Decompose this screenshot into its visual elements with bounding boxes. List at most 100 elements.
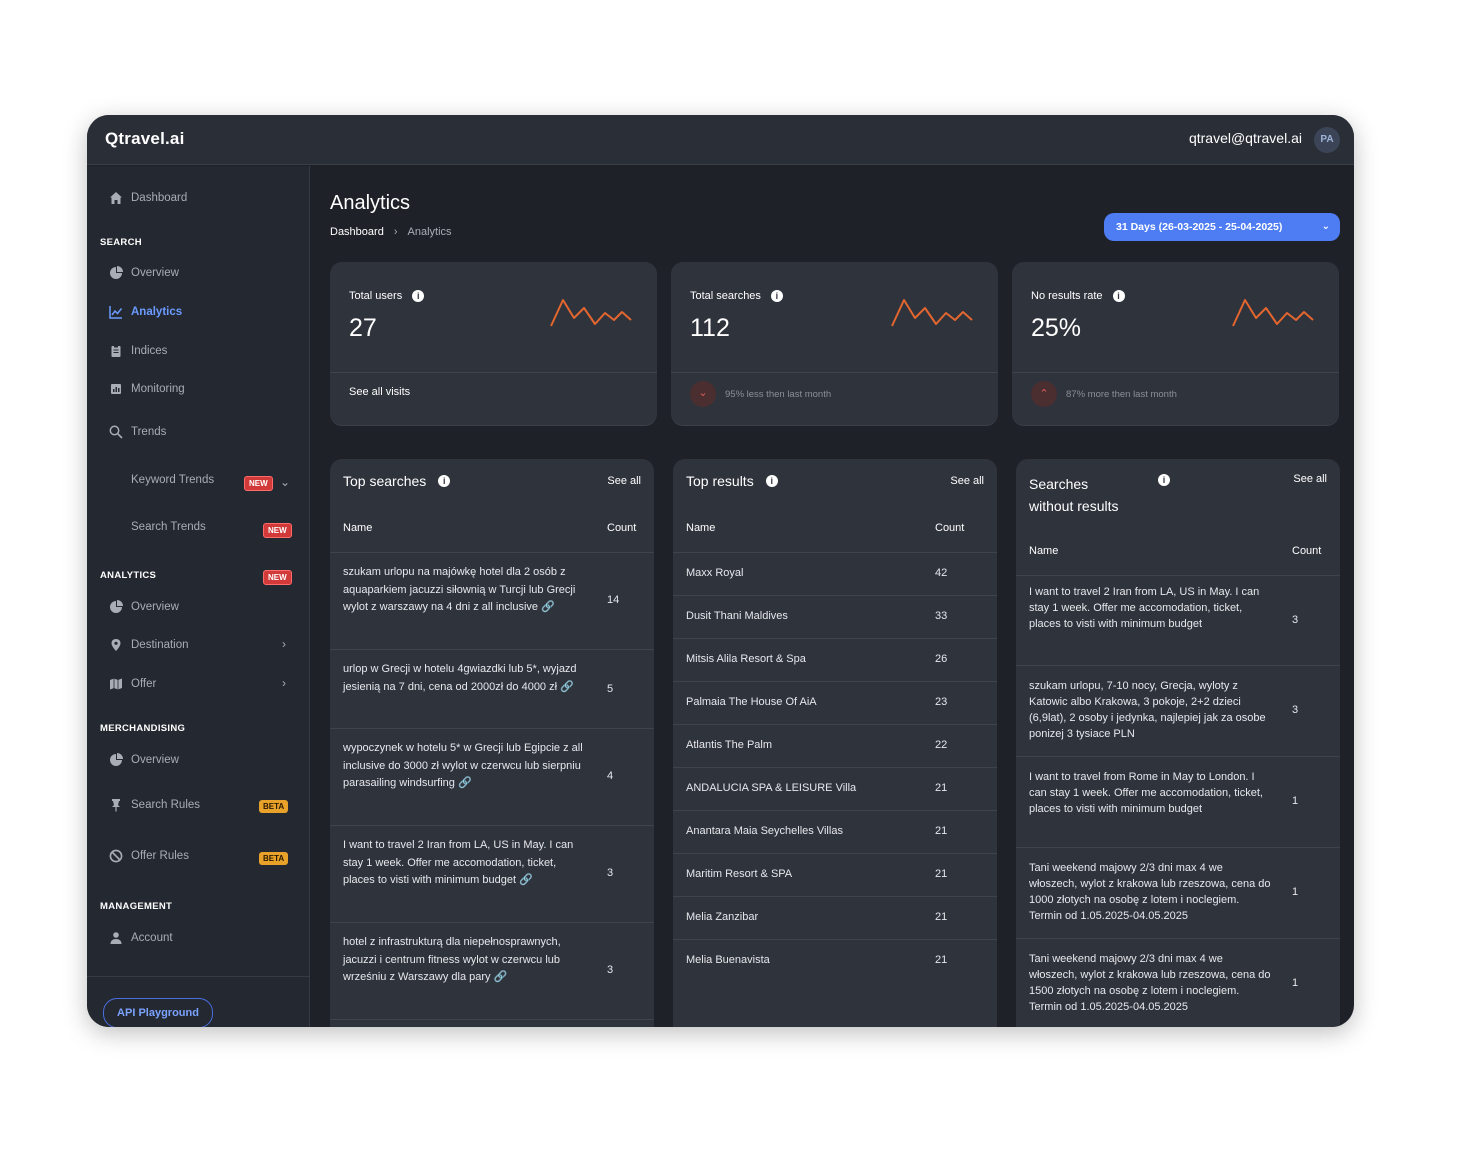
home-icon: [110, 192, 122, 204]
column-header-count[interactable]: Count: [935, 522, 964, 534]
column-header-count[interactable]: Count: [607, 522, 636, 534]
user-email[interactable]: qtravel@qtravel.ai: [1189, 130, 1302, 146]
pie-chart-icon: [110, 753, 123, 766]
date-range-select[interactable]: 31 Days (26-03-2025 - 25-04-2025) ⌄: [1104, 213, 1340, 241]
row-name: Anantara Maia Seychelles Villas: [686, 825, 843, 837]
table-row[interactable]: Anantara Maia Seychelles Villas 21: [673, 811, 997, 854]
sidebar-item-merch-overview[interactable]: Overview: [109, 750, 179, 770]
stat-value: 112: [690, 314, 730, 342]
table-row[interactable]: Maxx Royal 42: [673, 553, 997, 596]
column-header-name[interactable]: Name: [686, 522, 715, 534]
sidebar-item-account[interactable]: Account: [109, 928, 173, 948]
table-row[interactable]: I want to travel 2 Iran from LA, US in M…: [1016, 576, 1340, 666]
row-count: 33: [935, 610, 948, 622]
sidebar-item-monitoring[interactable]: Monitoring: [109, 379, 185, 399]
table-row[interactable]: I want to travel 2 Iran from LA, US in M…: [330, 826, 654, 923]
table-row[interactable]: I want to travel from Rome in May to Lon…: [1016, 757, 1340, 848]
table-row[interactable]: szukam urlopu na majówkę hotel dla 2 osó…: [330, 553, 654, 650]
stat-card-no-results-rate: No results rate i 25% ⌃ 87% more then la…: [1012, 262, 1339, 426]
pie-chart-icon: [110, 266, 123, 279]
info-icon[interactable]: i: [770, 290, 783, 302]
sparkline: [891, 299, 973, 327]
row-count: 3: [607, 964, 614, 976]
chevron-down-icon[interactable]: ⌄: [280, 475, 290, 489]
stat-card-total-searches: Total searches i 112 ⌄ 95% less then las…: [671, 262, 998, 426]
breadcrumb-current: Analytics: [407, 226, 452, 238]
see-all-visits-link[interactable]: See all visits: [349, 386, 410, 398]
info-icon[interactable]: i: [412, 290, 425, 302]
table-row[interactable]: Tani weekend majowy 2/3 dni max 4 we wło…: [1016, 848, 1340, 939]
sidebar-item-dashboard[interactable]: Dashboard: [109, 188, 187, 208]
table-row[interactable]: wypoczynek w hotelu 5* w Grecji lub Egip…: [330, 729, 654, 826]
table-row[interactable]: szukam urlopu, 7-10 nocy, Grecja, wyloty…: [1016, 666, 1340, 757]
sidebar-item-search-trends[interactable]: Search Trends: [131, 517, 206, 537]
row-name: Maritim Resort & SPA: [686, 868, 793, 880]
row-name: Atlantis The Palm: [686, 739, 773, 751]
sidebar-item-label: Offer: [131, 678, 157, 690]
avatar[interactable]: PA: [1314, 127, 1340, 153]
table-row[interactable]: Tani weekend majowy 2/3 dni max 4 we wło…: [1016, 939, 1340, 1027]
see-all-link[interactable]: See all: [607, 475, 641, 487]
trend-text: 95% less then last month: [725, 388, 832, 400]
see-all-link[interactable]: See all: [950, 475, 984, 487]
beta-badge: BETA: [259, 852, 289, 865]
info-icon[interactable]: i: [1158, 474, 1170, 486]
sidebar-item-destination[interactable]: Destination: [109, 635, 189, 655]
breadcrumb-dashboard[interactable]: Dashboard: [330, 226, 384, 238]
row-count: 21: [935, 868, 948, 880]
info-icon[interactable]: i: [1112, 290, 1125, 302]
sidebar-item-analytics[interactable]: Analytics: [109, 302, 182, 322]
row-name: Dusit Thani Maldives: [686, 610, 788, 622]
row-name: hotel z infrastrukturą dla niepełnospraw…: [343, 936, 561, 983]
sidebar-item-trends[interactable]: Trends: [109, 422, 166, 442]
api-playground-button[interactable]: API Playground: [103, 998, 213, 1027]
see-all-link[interactable]: See all: [1293, 473, 1327, 485]
sidebar-item-offer[interactable]: Offer: [109, 674, 156, 694]
row-count: 5: [607, 683, 614, 695]
row-name: I want to travel 2 Iran from LA, US in M…: [343, 839, 574, 886]
row-count: 1: [1292, 795, 1299, 807]
row-name: wypoczynek w hotelu 5* w Grecji lub Egip…: [343, 742, 583, 789]
table-row[interactable]: Palmaia The House Of AiA 23: [673, 682, 997, 725]
sidebar-item-search-rules[interactable]: Search Rules: [109, 795, 200, 815]
top-results-card: Top results i See all Name Count Maxx Ro…: [673, 459, 997, 1027]
sidebar: Dashboard SEARCH Overview Analytics Indi…: [87, 166, 310, 1027]
table-row[interactable]: Melia Zanzibar 21: [673, 897, 997, 940]
stat-label: No results rate: [1031, 290, 1103, 302]
table-row[interactable]: urlop w Grecji w hotelu 4gwiazdki lub 5*…: [330, 650, 654, 729]
column-header-name[interactable]: Name: [343, 522, 372, 534]
logo[interactable]: Qtravel.ai: [105, 129, 185, 149]
app-window: Qtravel.ai qtravel@qtravel.ai PA Dashboa…: [87, 115, 1354, 1027]
table-row[interactable]: Melia Buenavista 21: [673, 940, 997, 983]
top-searches-card: Top searches i See all Name Count szukam…: [330, 459, 654, 1027]
column-header-name[interactable]: Name: [1029, 545, 1058, 557]
sidebar-item-offer-rules[interactable]: Offer Rules: [109, 846, 189, 866]
card-title: Top searches: [343, 473, 427, 489]
sidebar-item-keyword-trends[interactable]: Keyword Trends: [131, 470, 214, 490]
table-row[interactable]: hotel z infrastrukturą dla niepełnospraw…: [330, 923, 654, 1020]
table-row[interactable]: ANDALUCIA SPA & LEISURE Villa 21: [673, 768, 997, 811]
table-row[interactable]: Mitsis Alila Resort & Spa 26: [673, 639, 997, 682]
card-title-line1: Searches: [1029, 476, 1089, 492]
card-title-line2: without results: [1029, 498, 1119, 514]
chevron-right-icon[interactable]: ›: [282, 676, 286, 690]
info-icon[interactable]: i: [765, 475, 778, 487]
stat-divider: [1012, 372, 1339, 373]
sidebar-item-indices[interactable]: Indices: [109, 341, 167, 361]
info-icon[interactable]: i: [438, 475, 451, 487]
chevron-down-icon: ⌄: [1321, 221, 1330, 232]
sidebar-item-search-overview[interactable]: Overview: [109, 263, 179, 283]
sidebar-item-label: Overview: [131, 754, 179, 766]
search-icon: [109, 425, 123, 439]
table-row[interactable]: Dusit Thani Maldives 33: [673, 596, 997, 639]
table-row[interactable]: Atlantis The Palm 22: [673, 725, 997, 768]
map-icon: [110, 678, 122, 690]
sidebar-item-analytics-overview[interactable]: Overview: [109, 597, 179, 617]
column-header-count[interactable]: Count: [1292, 545, 1321, 557]
chevron-right-icon[interactable]: ›: [282, 637, 286, 651]
table-row[interactable]: Maritim Resort & SPA 21: [673, 854, 997, 897]
row-name: Mitsis Alila Resort & Spa: [686, 653, 806, 665]
new-badge: NEW: [244, 476, 273, 491]
stat-divider: [671, 372, 998, 373]
sidebar-item-label: Indices: [131, 345, 168, 357]
